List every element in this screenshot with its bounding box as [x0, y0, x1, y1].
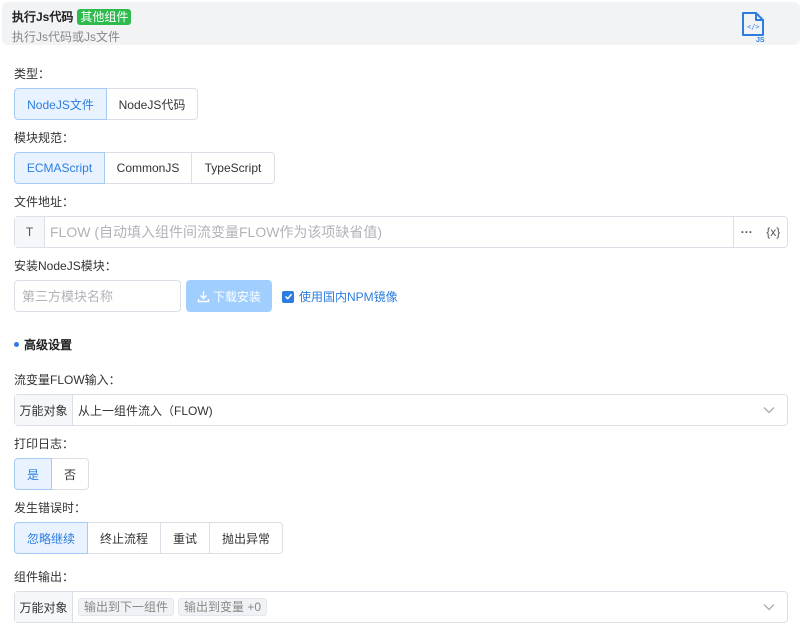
- error-option-terminate-flow[interactable]: 终止流程: [88, 522, 161, 554]
- chevron-down-icon[interactable]: [751, 395, 787, 425]
- component-output-select[interactable]: 万能对象 输出到下一组件 输出到变量 +0: [14, 591, 788, 623]
- print-log-option-no[interactable]: 否: [52, 458, 89, 490]
- error-option-ignore-continue[interactable]: 忽略继续: [14, 522, 88, 554]
- chevron-down-icon[interactable]: [751, 592, 787, 622]
- section-bullet-icon: [14, 342, 19, 347]
- error-option-retry[interactable]: 重试: [161, 522, 210, 554]
- text-type-prefix[interactable]: T: [15, 217, 45, 247]
- on-error-segmented-control: 忽略继续 终止流程 重试 抛出异常: [14, 522, 283, 554]
- js-icon-label: JS: [756, 37, 765, 43]
- universal-object-prefix: 万能对象: [15, 395, 73, 425]
- on-error-label: 发生错误时：: [14, 501, 87, 515]
- component-subtitle: 执行Js代码或Js文件: [12, 30, 121, 44]
- advanced-settings-heading: 高级设置: [14, 336, 72, 353]
- component-title: 执行Js代码: [12, 10, 74, 24]
- variable-insert-icon[interactable]: {x}: [766, 225, 780, 239]
- js-file-icon: </> JS: [742, 12, 765, 43]
- file-path-field: T ··· {x}: [14, 216, 788, 248]
- npm-mirror-label: 使用国内NPM镜像: [299, 290, 398, 304]
- component-category-tag: 其他组件: [77, 8, 132, 25]
- output-chip-list: 输出到下一组件 输出到变量 +0: [73, 592, 751, 622]
- flow-input-select[interactable]: 万能对象 从上一组件流入（FLOW): [14, 394, 788, 426]
- module-name-input[interactable]: [14, 280, 181, 312]
- print-log-segmented-control: 是 否: [14, 458, 89, 490]
- component-header: 执行Js代码 其他组件 执行Js代码或Js文件 </> JS: [2, 2, 800, 45]
- file-path-label: 文件地址：: [14, 195, 75, 209]
- module-option-ecmascript[interactable]: ECMAScript: [14, 152, 105, 184]
- code-glyph: </>: [747, 23, 760, 31]
- download-install-label: 下载安装: [212, 289, 261, 304]
- output-chip-next-component[interactable]: 输出到下一组件: [78, 598, 175, 616]
- print-log-label: 打印日志：: [14, 437, 75, 451]
- component-output-label: 组件输出：: [14, 570, 75, 584]
- module-spec-segmented-control: ECMAScript CommonJS TypeScript: [14, 152, 275, 184]
- download-icon: [197, 290, 210, 302]
- type-segmented-control: NodeJS文件 NodeJS代码: [14, 88, 198, 120]
- type-option-nodejs-code[interactable]: NodeJS代码: [107, 88, 198, 120]
- npm-mirror-checkbox[interactable]: 使用国内NPM镜像: [282, 288, 398, 305]
- output-chip-to-variable[interactable]: 输出到变量 +0: [178, 598, 268, 616]
- more-options-icon[interactable]: ···: [741, 225, 753, 239]
- file-path-input[interactable]: [45, 217, 733, 247]
- download-install-button[interactable]: 下载安装: [186, 280, 272, 312]
- type-label: 类型：: [14, 67, 51, 81]
- print-log-option-yes[interactable]: 是: [14, 458, 52, 490]
- error-option-throw-exception[interactable]: 抛出异常: [210, 522, 283, 554]
- module-option-typescript[interactable]: TypeScript: [192, 152, 275, 184]
- flow-input-value[interactable]: 从上一组件流入（FLOW): [73, 395, 751, 425]
- component-title-row: 执行Js代码 其他组件: [12, 8, 132, 25]
- checkbox-checked-icon[interactable]: [282, 290, 294, 303]
- file-path-actions: ··· {x}: [733, 217, 787, 247]
- universal-object-prefix: 万能对象: [15, 592, 73, 622]
- type-option-nodejs-file[interactable]: NodeJS文件: [14, 88, 107, 120]
- module-spec-label: 模块规范：: [14, 131, 75, 145]
- module-option-commonjs[interactable]: CommonJS: [105, 152, 192, 184]
- flow-input-label: 流变量FLOW输入：: [14, 373, 121, 387]
- install-module-label: 安装NodeJS模块：: [14, 259, 117, 273]
- advanced-settings-title: 高级设置: [24, 338, 73, 352]
